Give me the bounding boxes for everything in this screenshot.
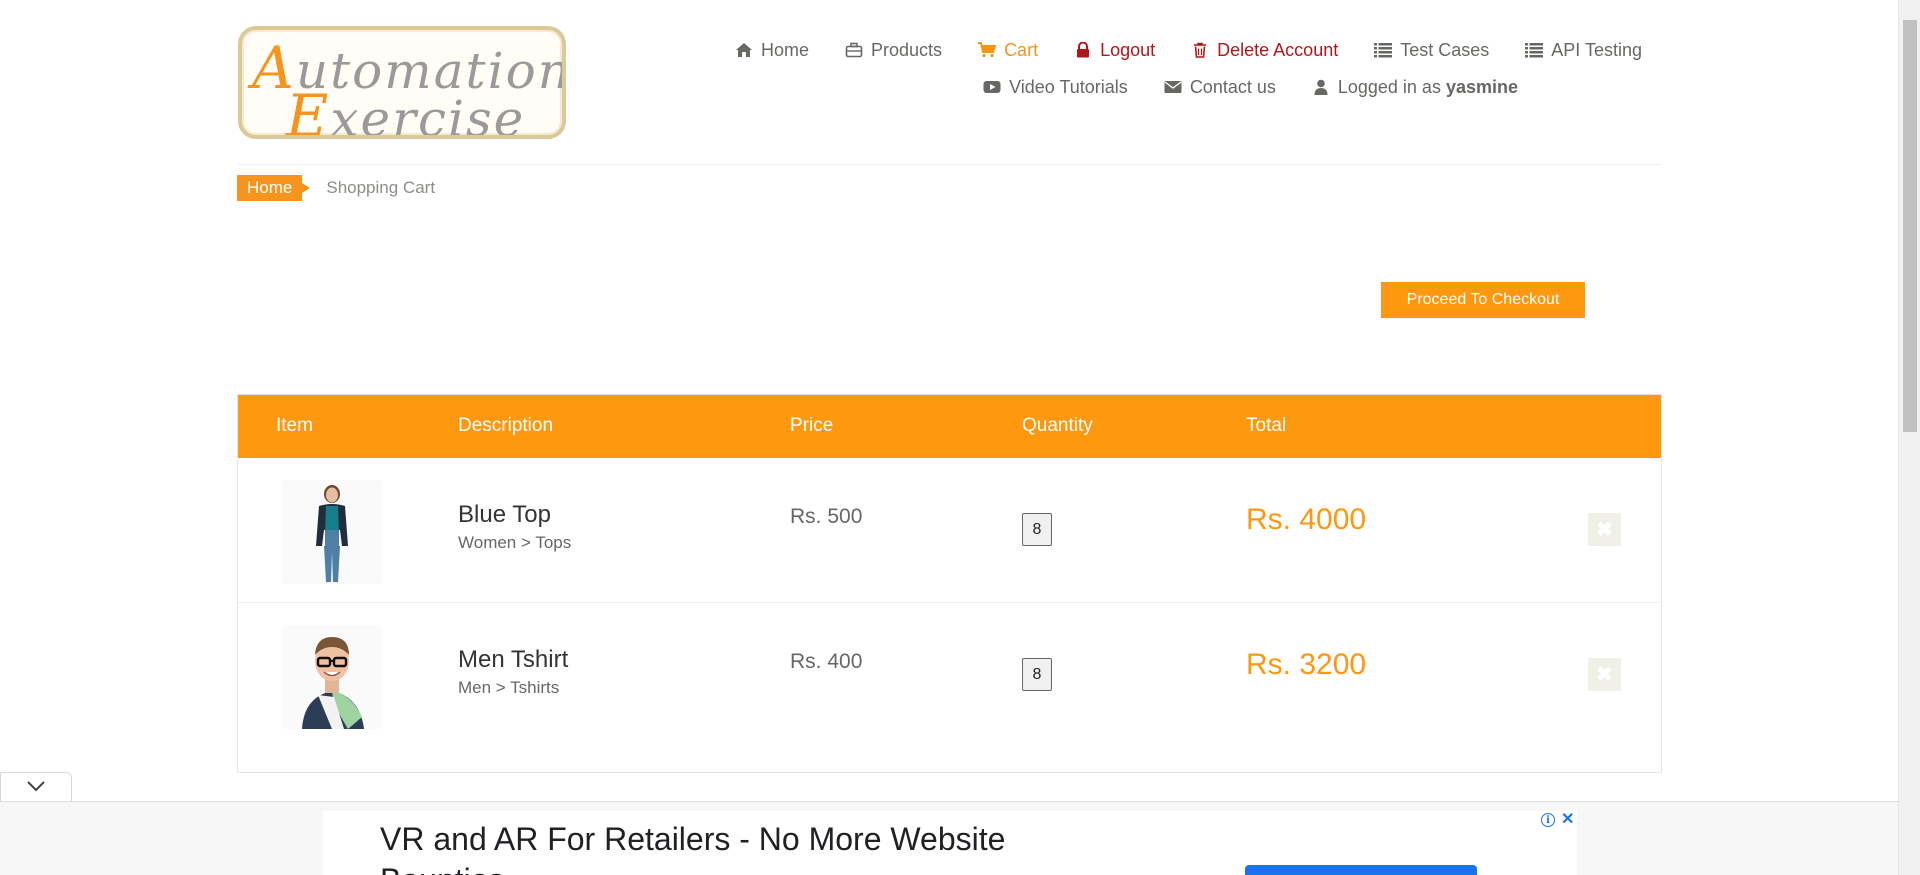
cart-icon	[978, 42, 997, 58]
ad-cta-button[interactable]	[1245, 865, 1477, 875]
breadcrumb: Home Shopping Cart	[237, 175, 435, 201]
nav-contact-us[interactable]: Contact us	[1164, 77, 1276, 98]
logged-in-label: Logged in as	[1337, 76, 1441, 97]
header-description: Description	[458, 415, 554, 436]
lock-icon	[1074, 41, 1092, 58]
woman-product-image[interactable]	[282, 480, 382, 584]
nav-delete-account[interactable]: Delete Account	[1191, 40, 1338, 61]
nav-logout[interactable]: Logout	[1074, 40, 1155, 61]
header-item: Item	[276, 415, 313, 436]
header-total: Total	[1246, 415, 1287, 436]
table-row: Blue Top Women > Tops Rs. 500 8 Rs. 4000…	[238, 458, 1661, 603]
nav-test-cases[interactable]: Test Cases	[1374, 40, 1489, 61]
proceed-to-checkout-button[interactable]: Proceed To Checkout	[1381, 282, 1585, 318]
nav-logged-in-as: Logged in as yasmine	[1312, 77, 1518, 98]
envelope-icon	[1164, 79, 1182, 95]
page: Automation Exercise Home Products Cart L…	[0, 0, 1898, 875]
nav-cart[interactable]: Cart	[978, 40, 1038, 61]
nav-video-tutorials[interactable]: Video Tutorials	[983, 77, 1128, 98]
ad-controls: i ✕	[1541, 812, 1574, 828]
product-name[interactable]: Men Tshirt	[458, 646, 568, 674]
nav-products[interactable]: Products	[845, 40, 942, 61]
logo-line2: Exercise	[286, 82, 526, 139]
nav-cart-label: Cart	[1004, 39, 1039, 60]
quantity-value: 8	[1022, 658, 1052, 691]
nav-logout-label: Logout	[1100, 39, 1156, 60]
product-name[interactable]: Blue Top	[458, 501, 551, 529]
product-category: Men > Tshirts	[458, 678, 560, 697]
close-icon[interactable]: ✕	[1561, 812, 1574, 828]
header-quantity: Quantity	[1022, 415, 1093, 436]
delete-item-button[interactable]: ✖	[1588, 658, 1621, 691]
nav-video-tutorials-label: Video Tutorials	[1009, 76, 1128, 97]
cart-table: Item Description Price Quantity Total Bl…	[237, 394, 1662, 773]
trash-icon	[1191, 42, 1209, 58]
nav-test-cases-label: Test Cases	[1400, 39, 1490, 60]
close-icon: ✖	[1596, 664, 1613, 686]
page-scrollbar[interactable]	[1898, 0, 1920, 875]
line-total: Rs. 4000	[1246, 503, 1367, 536]
logged-in-username: yasmine	[1445, 76, 1518, 97]
info-icon[interactable]: i	[1541, 813, 1555, 827]
nav-home-label: Home	[761, 39, 810, 60]
breadcrumb-current: Shopping Cart	[326, 178, 436, 197]
chevron-down-icon	[26, 779, 46, 797]
nav-row-2: Video Tutorials Contact us Logged in as …	[662, 73, 1642, 101]
table-row: Men Tshirt Men > Tshirts Rs. 400 8 Rs. 3…	[238, 603, 1661, 748]
nav-api-testing-label: API Testing	[1551, 39, 1642, 60]
nav-api-testing[interactable]: API Testing	[1525, 40, 1642, 61]
site-logo[interactable]: Automation Exercise	[238, 26, 566, 139]
nav-delete-account-label: Delete Account	[1217, 39, 1339, 60]
nav-row-1: Home Products Cart Logout Delete Account…	[662, 36, 1642, 64]
delete-item-button[interactable]: ✖	[1588, 513, 1621, 546]
list-icon	[1374, 42, 1393, 58]
home-icon	[735, 42, 753, 58]
main-nav: Home Products Cart Logout Delete Account…	[662, 36, 1642, 110]
close-icon: ✖	[1596, 519, 1613, 541]
quantity-value: 8	[1022, 513, 1052, 546]
product-price: Rs. 400	[790, 650, 863, 673]
ad-title[interactable]: VR and AR For Retailers - No More Websit…	[380, 821, 1005, 858]
ad-collapse-toggle[interactable]	[0, 772, 72, 802]
header-price: Price	[790, 415, 834, 436]
nav-contact-us-label: Contact us	[1189, 76, 1276, 97]
ad-banner[interactable]: VR and AR For Retailers - No More Websit…	[323, 811, 1577, 875]
scrollbar-thumb[interactable]	[1903, 20, 1917, 432]
nav-products-label: Products	[871, 39, 943, 60]
header-divider	[238, 164, 1662, 165]
man-product-image[interactable]	[282, 625, 382, 729]
briefcase-icon	[845, 42, 863, 58]
youtube-icon	[983, 79, 1001, 95]
user-icon	[1312, 79, 1330, 95]
list-icon	[1525, 42, 1544, 58]
breadcrumb-home[interactable]: Home	[237, 175, 311, 201]
cart-table-header: Item Description Price Quantity Total	[238, 395, 1661, 458]
product-price: Rs. 500	[790, 505, 863, 528]
product-category: Women > Tops	[458, 533, 572, 552]
line-total: Rs. 3200	[1246, 648, 1367, 681]
nav-home[interactable]: Home	[735, 40, 809, 61]
ad-title-continued[interactable]: Bounties	[380, 862, 505, 875]
